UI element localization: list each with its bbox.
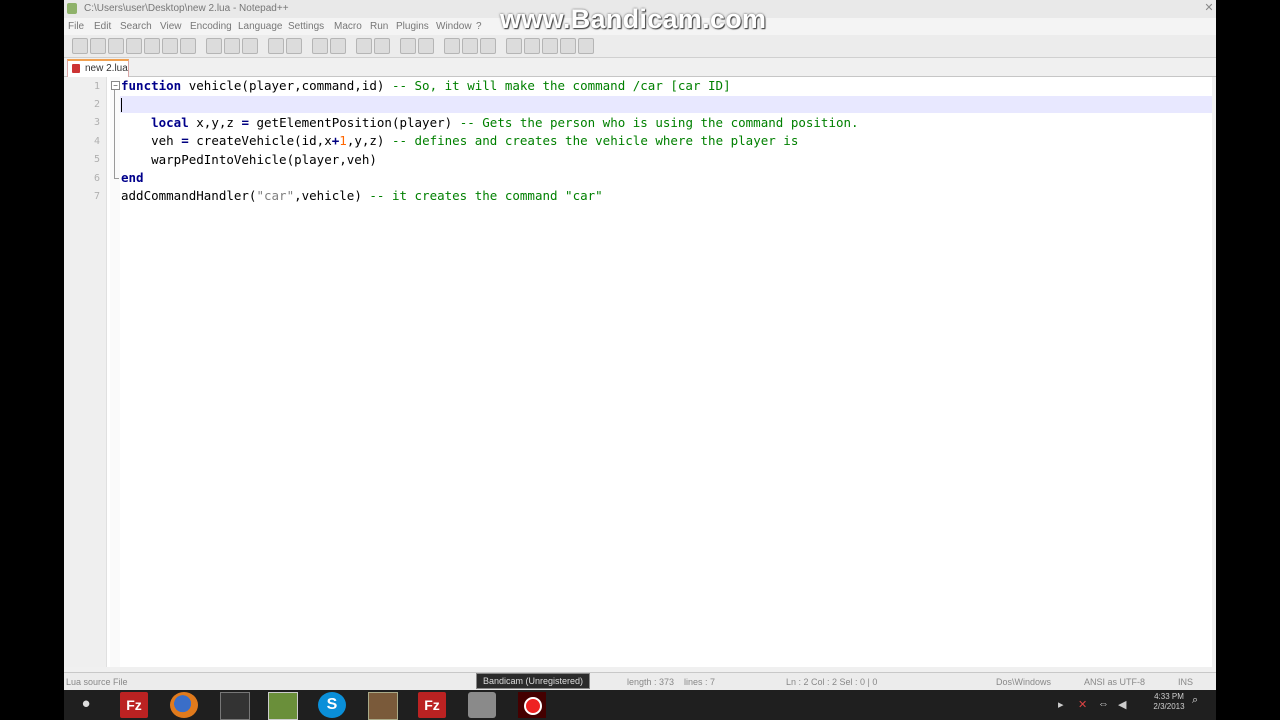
line-number: 7 [93, 191, 100, 202]
menu-view[interactable]: View [160, 18, 182, 35]
menu-window[interactable]: Window [436, 18, 472, 35]
menu-edit[interactable]: Edit [94, 18, 111, 35]
menu-run[interactable]: Run [370, 18, 388, 35]
line-number: 2 [93, 99, 100, 110]
line-number: 3 [93, 117, 100, 128]
status-encoding: ANSI as UTF-8 [1084, 677, 1146, 687]
new-file-icon[interactable] [72, 38, 88, 54]
status-lines: lines : 7 [684, 677, 716, 687]
code-line: local x,y,z = getElementPosition(player)… [151, 114, 859, 130]
status-insert-mode: INS [1178, 677, 1194, 687]
save-icon[interactable] [108, 38, 124, 54]
paste-icon[interactable] [242, 38, 258, 54]
code-line: function vehicle(player,command,id) -- S… [121, 78, 731, 93]
line-number: 6 [93, 173, 100, 184]
drive-icon[interactable] [468, 692, 496, 718]
bandicam-icon[interactable] [518, 692, 546, 718]
notepadpp-window: C:\Users\user\Desktop\new 2.lua - Notepa… [64, 0, 1216, 690]
menu-file[interactable]: File [68, 18, 84, 35]
taskbar-tooltip: Bandicam (Unregistered) [476, 673, 590, 689]
code-text[interactable]: function vehicle(player,command,id) -- S… [121, 77, 859, 206]
menu-macro[interactable]: Macro [334, 18, 362, 35]
code-line: warpPedIntoVehicle(player,veh) [121, 151, 377, 167]
sync-horizontal-icon[interactable] [418, 38, 434, 54]
window-title: C:\Users\user\Desktop\new 2.lua - Notepa… [84, 3, 289, 14]
status-position: Ln : 2 Col : 2 Sel : 0 | 0 [786, 677, 878, 687]
save-all-icon[interactable] [126, 38, 142, 54]
firefox-icon[interactable] [170, 692, 198, 718]
copy-icon[interactable] [224, 38, 240, 54]
code-line: addCommandHandler("car",vehicle) -- it c… [121, 188, 603, 204]
menu-plugins[interactable]: Plugins [396, 18, 429, 35]
notepadpp-icon [67, 3, 77, 14]
sync-icon[interactable]: ⇔ [1098, 698, 1109, 710]
network-icon[interactable]: ✕ [1078, 698, 1087, 711]
filezilla-icon[interactable]: Fz [120, 692, 148, 718]
close-file-icon[interactable] [144, 38, 160, 54]
zoom-out-icon[interactable] [374, 38, 390, 54]
menu-encoding[interactable]: Encoding [190, 18, 232, 35]
clock-time: 4:33 PM [1154, 692, 1184, 701]
game-icon[interactable] [368, 692, 398, 720]
save-macro-icon[interactable] [578, 38, 594, 54]
fold-guide-end [114, 178, 119, 179]
print-icon[interactable] [180, 38, 196, 54]
code-line: veh = createVehicle(id,x+1,y,z) -- defin… [121, 133, 799, 149]
status-eol: Dos\Windows [996, 677, 1052, 687]
line-number: 1 [93, 81, 100, 92]
magnifier-icon[interactable]: ⌕ [1192, 694, 1198, 707]
close-icon[interactable]: ✕ [1204, 2, 1214, 14]
menu-search[interactable]: Search [120, 18, 152, 35]
redo-icon[interactable] [286, 38, 302, 54]
word-wrap-icon[interactable] [444, 38, 460, 54]
open-file-icon[interactable] [90, 38, 106, 54]
line-number: 5 [93, 154, 100, 165]
zoom-in-icon[interactable] [356, 38, 372, 54]
taskbar-clock[interactable]: 4:33 PM 2/3/2013 [1146, 692, 1192, 712]
sync-vertical-icon[interactable] [400, 38, 416, 54]
find-icon[interactable] [312, 38, 328, 54]
indent-guide-icon[interactable] [480, 38, 496, 54]
filezilla-icon-2[interactable]: Fz [418, 692, 446, 718]
fold-toggle-icon[interactable]: − [111, 81, 120, 90]
bandicam-watermark: www.Bandicam.com [500, 4, 767, 34]
clock-date: 2/3/2013 [1153, 702, 1185, 711]
status-file-type: Lua source File [66, 677, 128, 687]
fold-margin [110, 77, 120, 667]
line-number-gutter: 1 2 3 4 5 6 7 [64, 77, 107, 667]
show-all-chars-icon[interactable] [462, 38, 478, 54]
tray-arrow-icon[interactable]: ▸ [1058, 698, 1064, 711]
volume-icon[interactable]: ◀ [1118, 698, 1126, 711]
tab-strip: new 2.lua [64, 58, 1216, 77]
tab-new-2-lua[interactable]: new 2.lua [67, 59, 129, 77]
stop-macro-icon[interactable] [524, 38, 540, 54]
play-macro-icon[interactable] [542, 38, 558, 54]
undo-icon[interactable] [268, 38, 284, 54]
menu-help[interactable]: ? [476, 18, 482, 35]
status-length: length : 373 [627, 677, 675, 687]
notepadpp-taskbar-icon[interactable] [268, 692, 298, 720]
cut-icon[interactable] [206, 38, 222, 54]
line-number: 4 [93, 136, 100, 147]
record-macro-icon[interactable] [506, 38, 522, 54]
taskbar: ● Fz S Fz ▸ ✕ ⇔ ◀ [64, 690, 1216, 720]
run-macro-multiple-icon[interactable] [560, 38, 576, 54]
replace-icon[interactable] [330, 38, 346, 54]
code-line: end [121, 169, 144, 185]
close-all-icon[interactable] [162, 38, 178, 54]
code-editor[interactable]: 1 2 3 4 5 6 7 − function vehicle(player,… [64, 77, 1212, 667]
skype-icon[interactable]: S [318, 692, 346, 718]
menu-language[interactable]: Language [238, 18, 283, 35]
unsaved-file-icon [72, 64, 80, 73]
tab-label: new 2.lua [85, 63, 128, 74]
console-icon[interactable] [220, 692, 250, 720]
start-button-icon[interactable]: ● [78, 696, 94, 712]
menu-settings[interactable]: Settings [288, 18, 324, 35]
status-bar: Lua source File length : 373 lines : 7 L… [64, 672, 1216, 690]
toolbar [64, 35, 1216, 58]
fold-guide [114, 90, 115, 178]
